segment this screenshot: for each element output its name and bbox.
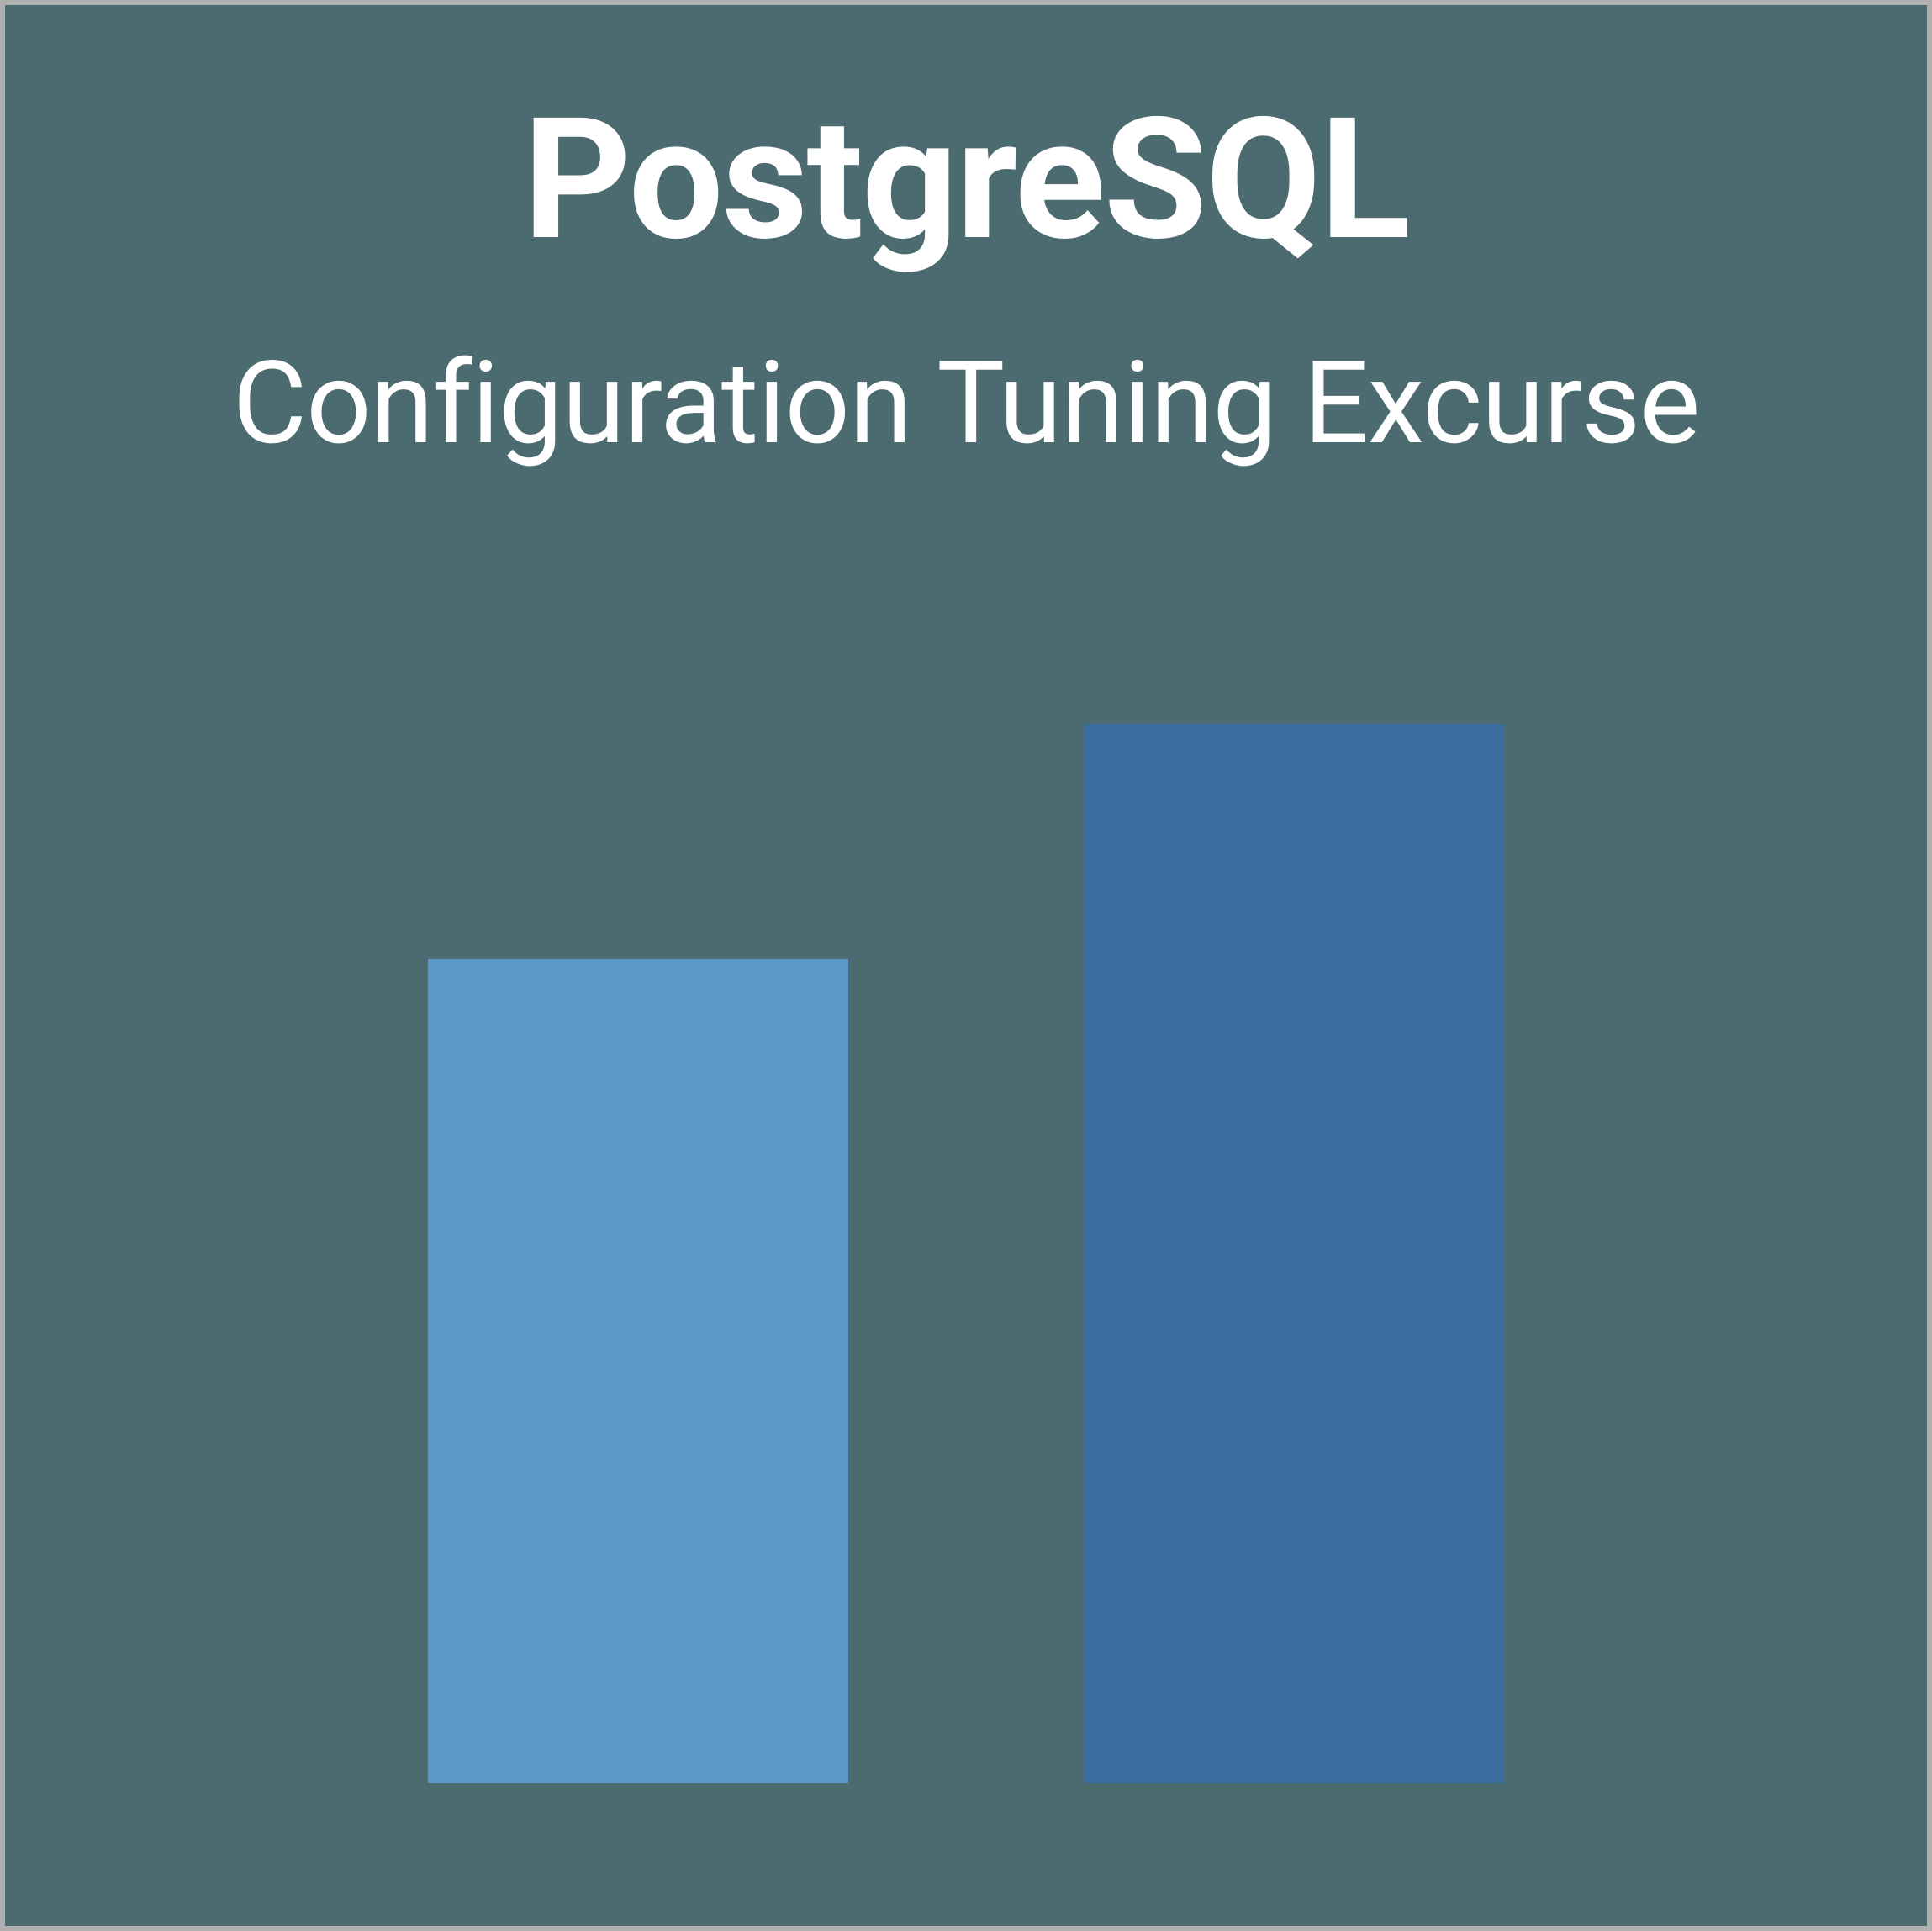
chart-area xyxy=(5,606,1927,1783)
chart-subtitle: Configuration Tuning Excurse xyxy=(5,337,1927,471)
bar-1 xyxy=(428,959,848,1783)
chart-title: PostgreSQL xyxy=(5,81,1927,278)
bar-2 xyxy=(1084,724,1504,1783)
chart-card: PostgreSQL Configuration Tuning Excurse xyxy=(0,0,1932,1931)
